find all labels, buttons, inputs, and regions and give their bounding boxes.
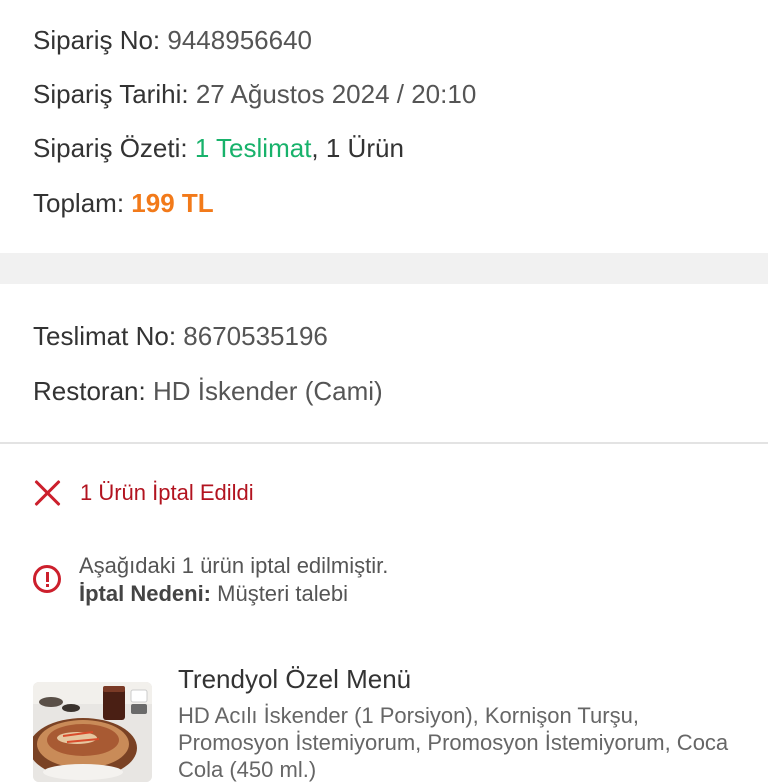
- order-total-label: Toplam:: [33, 188, 125, 218]
- order-summary-label: Sipariş Özeti:: [33, 133, 188, 163]
- cancel-info: Aşağıdaki 1 ürün iptal edilmiştir. İptal…: [33, 552, 388, 608]
- cancel-reason-label: İptal Nedeni:: [79, 581, 212, 606]
- delivery-section: Teslimat No: 8670535196 Restoran: HD İsk…: [0, 284, 768, 442]
- order-summary-row: Sipariş Özeti: 1 Teslimat, 1 Ürün: [33, 132, 404, 164]
- divider: [0, 442, 768, 444]
- restaurant-label: Restoran:: [33, 376, 146, 406]
- order-date-label: Sipariş Tarihi:: [33, 79, 189, 109]
- order-date-row: Sipariş Tarihi: 27 Ağustos 2024 / 20:10: [33, 78, 476, 110]
- cancel-info-message: Aşağıdaki 1 ürün iptal edilmiştir.: [79, 553, 389, 578]
- order-number-row: Sipariş No: 9448956640: [33, 24, 312, 56]
- restaurant-row: Restoran: HD İskender (Cami): [33, 375, 383, 407]
- order-summary-items: , 1 Ürün: [311, 133, 404, 163]
- delivery-number-row: Teslimat No: 8670535196: [33, 320, 328, 352]
- order-summary-section: Sipariş No: 9448956640 Sipariş Tarihi: 2…: [0, 0, 768, 253]
- cancel-reason-line: İptal Nedeni: Müşteri talebi: [79, 580, 388, 608]
- order-number-label: Sipariş No:: [33, 25, 161, 55]
- order-date-value: 27 Ağustos 2024 / 20:10: [195, 79, 477, 109]
- product-description: HD Acılı İskender (1 Porsiyon), Kornişon…: [178, 703, 729, 782]
- close-icon: [33, 478, 63, 508]
- food-photo: [33, 682, 152, 782]
- cancel-status: 1 Ürün İptal Edildi: [33, 476, 254, 510]
- order-summary-deliveries[interactable]: 1 Teslimat: [195, 133, 312, 163]
- info-circle-icon: [33, 565, 61, 593]
- restaurant-value[interactable]: HD İskender (Cami): [153, 376, 383, 406]
- section-separator: [0, 253, 768, 284]
- delivery-number-value: 8670535196: [183, 321, 328, 351]
- order-total-row: Toplam: 199 TL: [33, 187, 214, 219]
- cancel-reason-value: Müşteri talebi: [211, 581, 348, 606]
- product-title[interactable]: Trendyol Özel Menü: [178, 663, 411, 695]
- delivery-number-label: Teslimat No:: [33, 321, 177, 351]
- order-total-value: 199 TL: [131, 188, 214, 218]
- cancel-status-text: 1 Ürün İptal Edildi: [80, 480, 254, 505]
- product-image[interactable]: [33, 682, 152, 782]
- order-number-value: 9448956640: [167, 25, 312, 55]
- cancel-info-text: Aşağıdaki 1 ürün iptal edilmiştir. İptal…: [79, 552, 388, 608]
